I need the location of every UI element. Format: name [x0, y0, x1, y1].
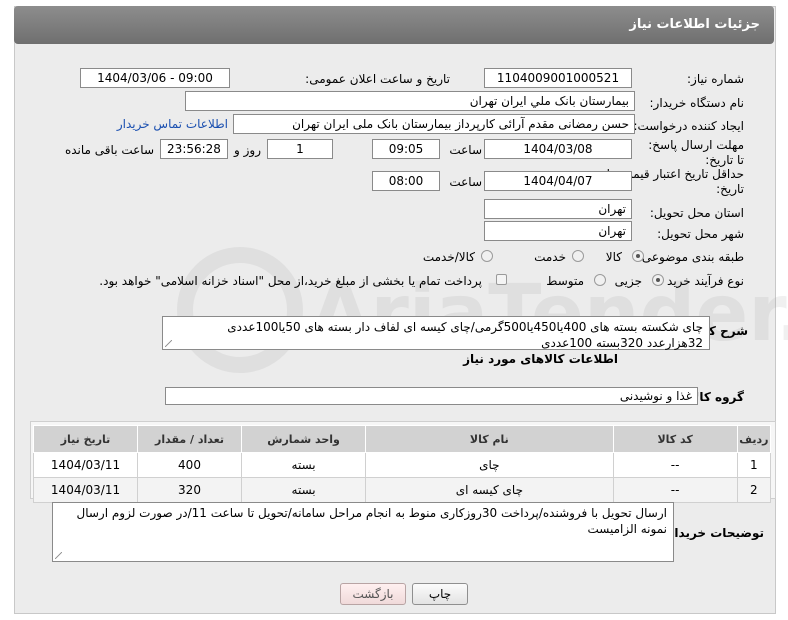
- col-need-date: تاریخ نیاز: [32, 425, 139, 453]
- cell-unit: بسته: [240, 452, 367, 478]
- buyer-org-label: نام دستگاه خریدار:: [649, 96, 745, 110]
- table-row: 2 -- چای کیسه ای بسته 320 1404/03/11: [32, 477, 772, 503]
- cell-need-date: 1404/03/11: [32, 452, 139, 478]
- send-deadline-label: مهلت ارسال پاسخ: تا تاریخ:: [648, 138, 744, 167]
- need-number-field: 1104009001000521: [484, 68, 632, 88]
- need-number-label: شماره نیاز:: [687, 72, 744, 86]
- price-validity-time-label: ساعت: [449, 175, 482, 189]
- buyer-org-field: بیمارستان بانک ملي ايران تهران: [185, 91, 635, 111]
- resize-grip-icon[interactable]: [55, 552, 62, 559]
- remaining-time-field: 23:56:28: [160, 139, 228, 159]
- requester-label: ایجاد کننده درخواست:: [633, 119, 744, 133]
- city-field: تهران: [484, 221, 632, 241]
- category-radio-goods[interactable]: [632, 250, 644, 262]
- cell-unit: بسته: [240, 477, 367, 503]
- category-radio-goods-service[interactable]: [481, 250, 493, 262]
- goods-group-field: غذا و نوشیدنی: [165, 387, 698, 405]
- general-desc-field: چای شکسته بسته های 400یا450یا500گرمی/چای…: [162, 316, 710, 350]
- cell-row-number: 1: [736, 452, 772, 478]
- cell-item-name: چای کیسه ای: [365, 477, 614, 503]
- cell-item-code: --: [612, 477, 738, 503]
- process-type-label: نوع فرآیند خرید :: [659, 274, 744, 288]
- send-deadline-time-field: 09:05: [372, 139, 440, 159]
- remaining-time-label: ساعت باقی مانده: [64, 143, 154, 157]
- goods-info-title: اطلاعات کالاهای مورد نیاز: [463, 352, 618, 366]
- table-row: 1 -- چای بسته 400 1404/03/11: [32, 452, 772, 478]
- province-field: تهران: [484, 199, 632, 219]
- price-validity-date-field: 1404/04/07: [484, 171, 632, 191]
- buyer-notes-text: ارسال تحویل با فروشنده/پرداخت 30روزکاری …: [76, 506, 667, 536]
- cell-item-name: چای: [365, 452, 614, 478]
- panel-title: جزئیات اطلاعات نیاز: [629, 17, 760, 32]
- requester-field: حسن رمضانی مقدم آرائی کارپرداز بیمارستان…: [233, 114, 635, 134]
- category-option-goods-service: کالا/خدمت: [422, 250, 475, 264]
- items-table-header-row: ردیف کد کالا نام کالا واحد شمارش تعداد /…: [32, 425, 772, 453]
- cell-row-number: 2: [736, 477, 772, 503]
- process-option-minor: جزیی: [614, 274, 642, 288]
- col-unit: واحد شمارش: [240, 425, 367, 453]
- send-deadline-date-field: 1404/03/08: [484, 139, 632, 159]
- announce-datetime-label: تاریخ و ساعت اعلان عمومی:: [305, 72, 450, 86]
- category-option-service: خدمت: [534, 250, 566, 264]
- process-radio-minor[interactable]: [652, 274, 664, 286]
- category-label: طبقه بندی موضوعی:: [637, 250, 744, 264]
- back-button[interactable]: بازگشت: [340, 583, 406, 605]
- treasury-checkbox[interactable]: [496, 274, 507, 285]
- category-radio-service[interactable]: [572, 250, 584, 262]
- price-validity-time-field: 08:00: [372, 171, 440, 191]
- general-desc-text: چای شکسته بسته های 400یا450یا500گرمی/چای…: [227, 320, 703, 350]
- province-label: استان محل تحویل:: [649, 206, 744, 220]
- cell-quantity: 320: [137, 477, 242, 503]
- buyer-notes-label: توضیحات خریدار:: [662, 526, 764, 540]
- col-item-code: کد کالا: [612, 425, 738, 453]
- send-deadline-time-label: ساعت: [449, 143, 482, 157]
- days-label: روز و: [234, 143, 261, 157]
- items-table: ردیف کد کالا نام کالا واحد شمارش تعداد /…: [32, 425, 772, 503]
- panel-header: جزئیات اطلاعات نیاز: [14, 6, 774, 44]
- cell-need-date: 1404/03/11: [32, 477, 139, 503]
- remaining-days-field: 1: [267, 139, 333, 159]
- col-row-number: ردیف: [736, 425, 772, 453]
- cell-item-code: --: [612, 452, 738, 478]
- process-radio-medium[interactable]: [594, 274, 606, 286]
- process-option-medium: متوسط: [546, 274, 584, 288]
- city-label: شهر محل تحویل:: [657, 227, 744, 241]
- buyer-contact-link[interactable]: اطلاعات تماس خریدار: [117, 117, 228, 131]
- print-button[interactable]: چاپ: [412, 583, 468, 605]
- col-quantity: تعداد / مقدار: [137, 425, 242, 453]
- resize-grip-icon[interactable]: [165, 340, 172, 347]
- buyer-notes-field: ارسال تحویل با فروشنده/پرداخت 30روزکاری …: [52, 502, 674, 562]
- cell-quantity: 400: [137, 452, 242, 478]
- treasury-note: پرداخت تمام یا بخشی از مبلغ خرید،از محل …: [99, 274, 482, 288]
- announce-datetime-field: 1404/03/06 - 09:00: [80, 68, 230, 88]
- category-option-goods: کالا: [605, 250, 622, 264]
- col-item-name: نام کالا: [365, 425, 614, 453]
